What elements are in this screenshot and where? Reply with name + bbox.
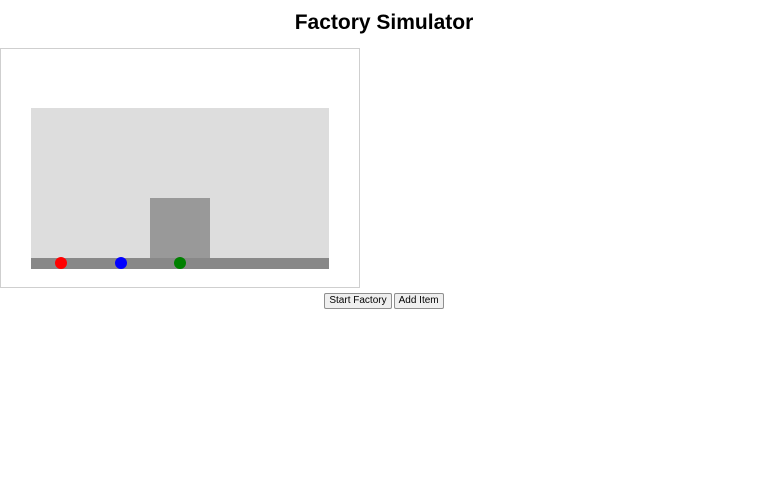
page-title: Factory Simulator [294, 11, 474, 34]
factory-canvas[interactable] [0, 48, 360, 288]
machine [150, 198, 210, 258]
item-red [55, 257, 67, 269]
start-factory-button[interactable]: Start Factory [324, 293, 392, 309]
item-green [174, 257, 186, 269]
controls-bar: Start Factory Add Item [0, 293, 768, 309]
item-blue [115, 257, 127, 269]
add-item-button[interactable]: Add Item [393, 293, 444, 309]
